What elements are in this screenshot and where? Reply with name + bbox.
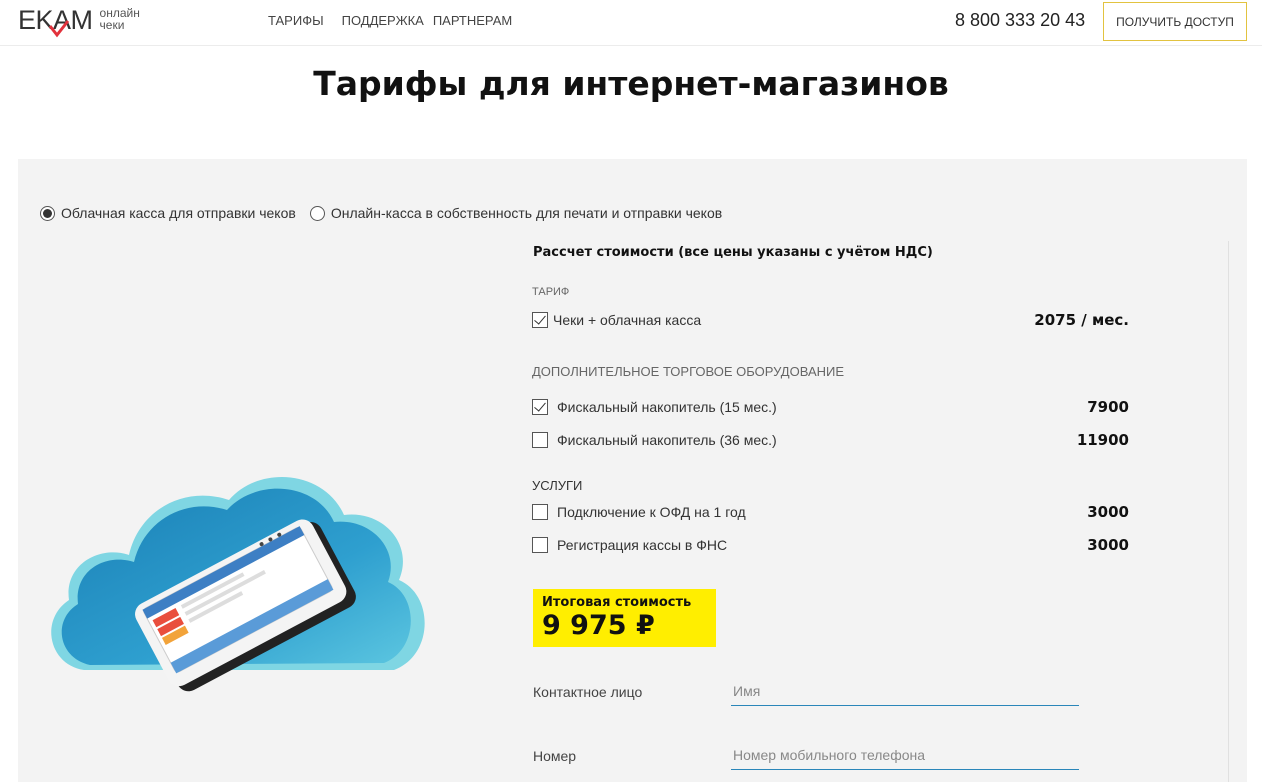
equipment-label: Фискальный накопитель (36 мес.) [557, 432, 777, 448]
equipment-price: 7900 [1087, 398, 1129, 416]
services-section-label: УСЛУГИ [532, 478, 583, 493]
logo-subtitle: онлайн чеки [99, 6, 140, 32]
main-nav: ТАРИФЫ ПОДДЕРЖКА ПАРТНЕРАМ [268, 13, 530, 28]
service-row: Подключение к ОФД на 1 год 3000 [532, 503, 1129, 521]
equipment-price: 11900 [1076, 431, 1129, 449]
cloud-terminal-illustration [51, 477, 425, 692]
nav-link-support[interactable]: ПОДДЕРЖКА [342, 13, 424, 28]
phone-number[interactable]: 8 800 333 20 43 [955, 10, 1085, 31]
tariff-row: Чеки + облачная касса 2075 / мес. [532, 311, 1129, 329]
radio-cloud-kassa[interactable] [40, 205, 55, 221]
calculation-title: Рассчет стоимости (все цены указаны с уч… [533, 245, 933, 260]
contact-name-input[interactable] [731, 676, 1079, 706]
total-cost-value: 9 975 ₽ [542, 610, 655, 641]
phone-input[interactable] [731, 740, 1079, 770]
equipment-checkbox-fn15[interactable] [532, 399, 548, 415]
service-checkbox-fns[interactable] [532, 537, 548, 553]
equipment-row: Фискальный накопитель (15 мес.) 7900 [532, 398, 1129, 416]
service-price: 3000 [1087, 536, 1129, 554]
page-title: Тарифы для интернет-магазинов [313, 64, 949, 103]
logo-check-icon [48, 20, 70, 38]
equipment-checkbox-fn36[interactable] [532, 432, 548, 448]
radio-cloud-kassa-label[interactable]: Облачная касса для отправки чеков [61, 205, 296, 221]
tariff-checkbox[interactable] [532, 312, 548, 328]
nav-link-tariffs[interactable]: ТАРИФЫ [268, 13, 324, 28]
nav-link-partners[interactable]: ПАРТНЕРАМ [433, 13, 512, 28]
total-cost-box: Итоговая стоимость 9 975 ₽ [533, 589, 716, 647]
equipment-label: Фискальный накопитель (15 мес.) [557, 399, 777, 415]
radio-own-kassa[interactable] [309, 205, 325, 221]
total-cost-label: Итоговая стоимость [542, 595, 692, 610]
tariff-label: Чеки + облачная касса [553, 312, 702, 328]
contact-person-label: Контактное лицо [533, 684, 643, 700]
get-access-button[interactable]: ПОЛУЧИТЬ ДОСТУП [1103, 2, 1247, 41]
tariff-price: 2075 / мес. [1034, 311, 1129, 329]
tariff-section-label: ТАРИФ [532, 286, 570, 298]
service-label: Регистрация кассы в ФНС [557, 537, 728, 553]
service-price: 3000 [1087, 503, 1129, 521]
service-label: Подключение к ОФД на 1 год [557, 504, 746, 520]
equipment-row: Фискальный накопитель (36 мес.) 11900 [532, 431, 1129, 449]
panel-divider [1228, 241, 1229, 782]
service-checkbox-ofd[interactable] [532, 504, 548, 520]
equipment-section-label: ДОПОЛНИТЕЛЬНОЕ ТОРГОВОЕ ОБОРУДОВАНИЕ [532, 364, 845, 379]
kassa-type-radio-group: Облачная касса для отправки чеков Онлайн… [40, 205, 736, 221]
phone-label: Номер [533, 748, 577, 764]
site-header: EKAM онлайн чеки ТАРИФЫ ПОДДЕРЖКА ПАРТНЕ… [0, 0, 1262, 46]
radio-own-kassa-label[interactable]: Онлайн-касса в собственность для печати … [331, 205, 722, 221]
logo[interactable]: EKAM онлайн чеки [18, 6, 140, 38]
service-row: Регистрация кассы в ФНС 3000 [532, 536, 1129, 554]
